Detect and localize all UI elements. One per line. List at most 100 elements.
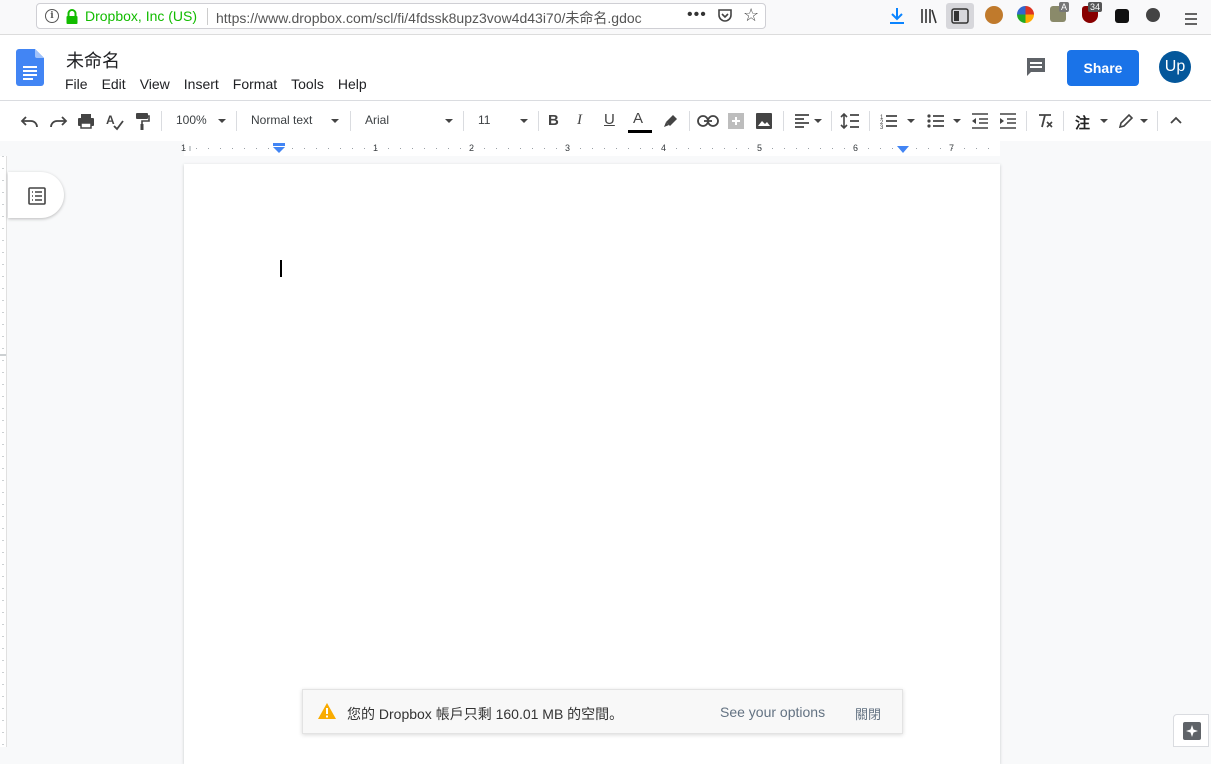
menu-format[interactable]: Format	[233, 76, 277, 92]
lock-icon[interactable]	[65, 9, 79, 25]
menu-edit[interactable]: Edit	[102, 76, 126, 92]
text-color-swatch	[628, 130, 652, 133]
paragraph-style-select[interactable]: Normal text	[251, 113, 312, 127]
library-icon[interactable]	[920, 6, 938, 26]
avatar[interactable]: Up	[1159, 51, 1191, 83]
document-title[interactable]: 未命名	[66, 47, 120, 73]
site-identity[interactable]: Dropbox, Inc (US)	[85, 8, 197, 24]
editing-mode-dropdown-icon[interactable]	[1140, 119, 1148, 123]
url-fade	[637, 5, 682, 27]
menu-help[interactable]: Help	[338, 76, 367, 92]
docs-logo-icon[interactable]	[16, 49, 44, 86]
download-icon[interactable]	[888, 6, 906, 26]
notification-message: 您的 Dropbox 帳戶只剩 160.01 MB 的空間。	[347, 706, 624, 722]
page-actions-icon[interactable]: •••	[687, 6, 707, 24]
ruler-track: 1 1 2 3 4 5 6 7	[181, 141, 1000, 156]
decrease-indent-icon[interactable]	[971, 113, 989, 129]
ruler-number: 4	[661, 143, 667, 153]
insert-comment-icon[interactable]	[727, 112, 745, 130]
zoom-dropdown-icon[interactable]	[218, 119, 226, 123]
document-outline-button[interactable]	[8, 172, 64, 218]
ruler-number: 5	[757, 143, 763, 153]
menu-view[interactable]: View	[140, 76, 170, 92]
close-notification-button[interactable]: 關閉	[855, 704, 881, 723]
menu-file[interactable]: File	[65, 76, 88, 92]
toolbar-divider	[689, 111, 690, 131]
insert-link-icon[interactable]	[697, 114, 719, 128]
numbered-list-icon[interactable]: 1 2 3	[880, 113, 898, 129]
style-dropdown-icon[interactable]	[331, 119, 339, 123]
editing-mode-pencil-icon[interactable]	[1118, 113, 1134, 129]
chrome-extension-icon[interactable]	[1017, 6, 1034, 23]
underline-icon[interactable]: U	[604, 111, 615, 128]
address-bar[interactable]: i Dropbox, Inc (US) https://www.dropbox.…	[36, 3, 766, 29]
account-icon[interactable]	[1146, 8, 1160, 22]
ruler-number: 1	[373, 143, 379, 153]
line-spacing-icon[interactable]	[840, 112, 860, 130]
sidebar-icon	[951, 8, 969, 24]
font-size-select[interactable]: 11	[478, 113, 490, 127]
toolbar-divider	[1026, 111, 1027, 131]
toolbar-divider	[783, 111, 784, 131]
toolbar-divider	[161, 111, 162, 131]
hamburger-menu-icon[interactable]	[1184, 9, 1198, 29]
bulleted-list-icon[interactable]	[927, 113, 945, 129]
info-icon[interactable]: i	[45, 9, 59, 23]
align-dropdown-icon[interactable]	[814, 119, 822, 123]
bold-icon[interactable]: B	[548, 112, 559, 129]
monkey-extension-icon[interactable]	[985, 6, 1003, 24]
sidebar-button[interactable]	[946, 3, 974, 29]
italic-icon[interactable]: I	[577, 112, 582, 129]
note-extension-icon[interactable]	[1115, 9, 1129, 23]
ruler-ticks	[184, 146, 1000, 151]
ruler-number: 3	[565, 143, 571, 153]
left-indent-marker-icon[interactable]	[273, 143, 285, 153]
input-tools-button[interactable]: 注	[1075, 112, 1090, 133]
redo-icon[interactable]	[48, 112, 68, 130]
bulleted-list-dropdown-icon[interactable]	[953, 119, 961, 123]
explore-button[interactable]	[1173, 714, 1209, 747]
address-divider	[207, 8, 208, 25]
increase-indent-icon[interactable]	[999, 113, 1017, 129]
comment-history-icon[interactable]	[1024, 55, 1048, 79]
see-options-link[interactable]: See your options	[720, 704, 825, 720]
font-size-dropdown-icon[interactable]	[520, 119, 528, 123]
menu-insert[interactable]: Insert	[184, 76, 219, 92]
browser-toolbar: i Dropbox, Inc (US) https://www.dropbox.…	[0, 0, 1211, 35]
collapse-menus-icon[interactable]	[1169, 115, 1183, 125]
numbered-list-dropdown-icon[interactable]	[907, 119, 915, 123]
vertical-ruler	[0, 156, 7, 747]
pocket-icon[interactable]	[717, 8, 733, 24]
share-button[interactable]: Share	[1067, 50, 1139, 86]
toolbar-divider	[463, 111, 464, 131]
print-icon[interactable]	[77, 112, 95, 130]
menu-bar: File Edit View Insert Format Tools Help	[65, 76, 381, 92]
menu-tools[interactable]: Tools	[291, 76, 324, 92]
input-tools-dropdown-icon[interactable]	[1100, 119, 1108, 123]
editing-toolbar: A 100% Normal text Arial 11 B I U A 1 2 …	[0, 100, 1211, 142]
toolbar-divider	[350, 111, 351, 131]
right-indent-marker-icon[interactable]	[897, 146, 909, 153]
svg-text:3: 3	[880, 125, 884, 129]
clear-formatting-icon[interactable]	[1036, 113, 1054, 129]
toolbar-divider	[1063, 111, 1064, 131]
warning-icon	[318, 703, 336, 719]
insert-image-icon[interactable]	[755, 112, 773, 130]
explore-icon	[1183, 722, 1201, 740]
toolbar-divider	[869, 111, 870, 131]
bookmark-star-icon[interactable]: ☆	[743, 5, 759, 26]
font-dropdown-icon[interactable]	[445, 119, 453, 123]
zoom-select[interactable]: 100%	[176, 113, 207, 127]
toolbar-divider	[1157, 111, 1158, 131]
font-select[interactable]: Arial	[365, 113, 389, 127]
url-text[interactable]: https://www.dropbox.com/scl/fi/4fdssk8up…	[216, 8, 676, 28]
text-color-button[interactable]: A	[628, 110, 652, 134]
vertical-ruler-ticks	[0, 156, 6, 747]
paint-format-icon[interactable]	[134, 112, 150, 130]
document-page[interactable]	[184, 164, 1000, 764]
outline-list-icon	[28, 187, 46, 205]
undo-icon[interactable]	[20, 112, 40, 130]
highlight-color-icon[interactable]	[662, 111, 680, 129]
spellcheck-icon[interactable]: A	[105, 112, 125, 132]
align-left-icon[interactable]	[794, 114, 810, 128]
